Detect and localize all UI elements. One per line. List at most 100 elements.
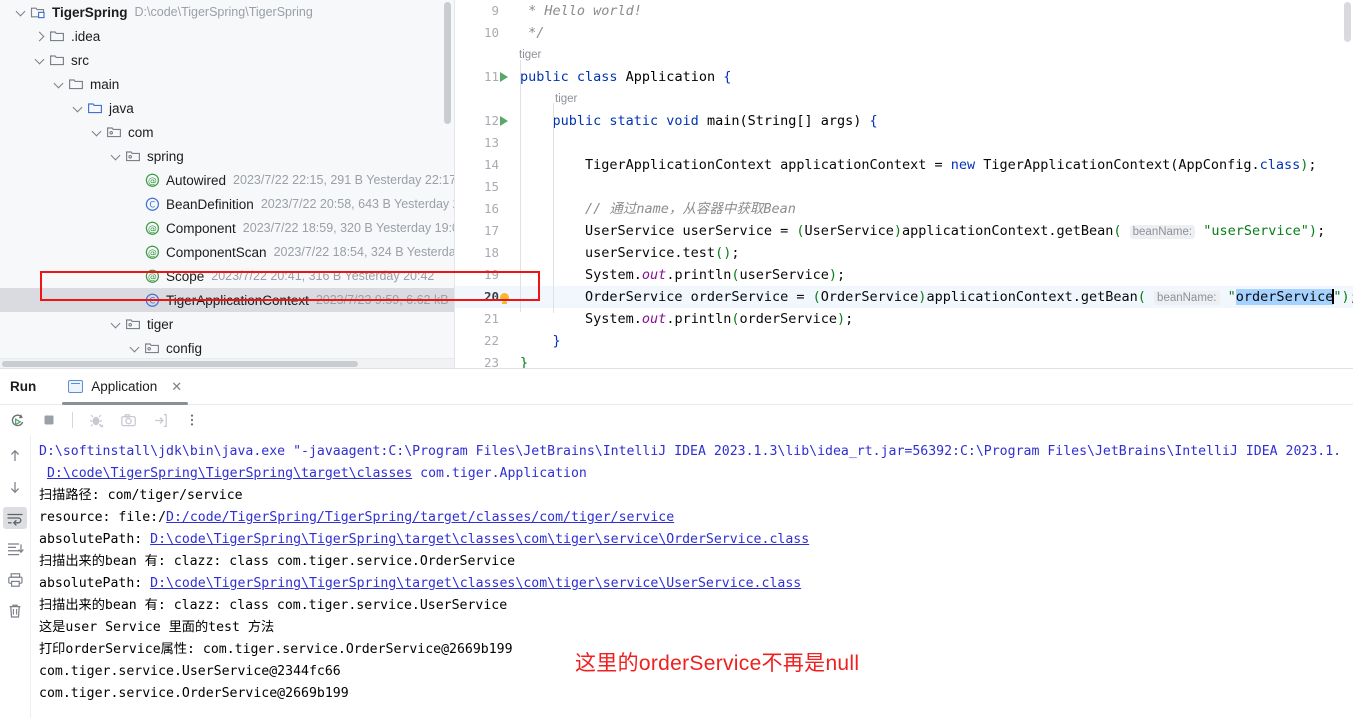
code-line[interactable]: 11 public class Application { <box>455 66 1353 88</box>
code-line[interactable]: 9 * Hello world! <box>455 0 1353 22</box>
code-line[interactable]: 23} <box>455 352 1353 368</box>
tree-item-metadata: 2023/7/22 22:15, 291 B Yesterday 22:17 <box>233 173 455 187</box>
console-link[interactable]: D:\code\TigerSpring\TigerSpring\target\c… <box>150 576 801 591</box>
chevron-right-icon[interactable] <box>33 29 47 43</box>
line-number: 13 <box>483 135 499 150</box>
inlay-hint-line: tiger <box>455 88 1353 110</box>
chevron-down-icon[interactable] <box>128 341 142 355</box>
console-link[interactable]: D:\code\TigerSpring\TigerSpring\target\c… <box>150 532 809 547</box>
close-icon[interactable]: ✕ <box>171 379 182 395</box>
code-token: } <box>520 355 529 368</box>
scroll-down-button[interactable] <box>3 476 27 498</box>
code-token: TigerApplicationContext(AppConfig. <box>983 157 1260 173</box>
run-gutter-icon[interactable] <box>493 110 515 132</box>
code-line[interactable]: 12 public static void main(String[] args… <box>455 110 1353 132</box>
code-line[interactable]: 16 // 通过name，从容器中获取Bean <box>455 198 1353 220</box>
code-token: ( <box>812 289 821 305</box>
code-token: UserService <box>804 223 894 239</box>
chevron-down-icon[interactable] <box>52 77 66 91</box>
soft-wrap-button[interactable] <box>3 507 27 529</box>
console-link[interactable]: D:\code\TigerSpring\TigerSpring\target\c… <box>47 466 412 481</box>
annotation-text: 这里的orderService不再是null <box>575 652 860 675</box>
tree-row--idea[interactable]: .idea <box>0 24 454 48</box>
code-token: // 通过name，从容器中获取Bean <box>520 201 796 217</box>
code-line[interactable]: 21 System.out.println(orderService); <box>455 308 1353 330</box>
chevron-down-icon[interactable] <box>71 101 85 115</box>
code-token: ( <box>1137 289 1146 305</box>
intention-bulb-icon[interactable] <box>493 286 515 308</box>
tree-row-componentscan[interactable]: @ ComponentScan 2023/7/22 18:54, 324 B Yes… <box>0 240 454 264</box>
tree-row-autowired[interactable]: @ Autowired 2023/7/22 22:15, 291 B Yesterd… <box>0 168 454 192</box>
scroll-to-end-button[interactable] <box>3 538 27 560</box>
tree-row-spring[interactable]: spring <box>0 144 454 168</box>
code-token: ; <box>1308 157 1317 173</box>
camera-button[interactable] <box>117 409 139 431</box>
line-number: 18 <box>483 245 499 260</box>
export-button[interactable] <box>149 409 171 431</box>
tree-row-beandefinition[interactable]: C BeanDefinition 2023/7/22 20:58, 643 B Ye… <box>0 192 454 216</box>
code-line[interactable]: 17 UserService userService = (UserServic… <box>455 220 1353 242</box>
code-line[interactable]: 13 <box>455 132 1353 154</box>
chevron-down-icon[interactable] <box>109 149 123 163</box>
inlay-hint-line: tiger <box>455 44 1353 66</box>
tree-row-scope[interactable]: @ Scope 2023/7/22 20:41, 316 B Yesterday 2… <box>0 264 454 288</box>
java-class-icon: C <box>145 197 160 211</box>
code-line[interactable]: 14 TigerApplicationContext applicationCo… <box>455 154 1353 176</box>
editor-vertical-scrollbar[interactable] <box>1344 2 1351 42</box>
console-line: 扫描路径: com/tiger/service <box>39 485 1353 507</box>
code-token: System. <box>520 311 642 327</box>
code-line[interactable]: 19 System.out.println(userService); <box>455 264 1353 286</box>
print-button[interactable] <box>3 569 27 591</box>
code-line[interactable]: 10 */ <box>455 22 1353 44</box>
code-line[interactable]: 20 OrderService orderService = (OrderSer… <box>455 286 1353 308</box>
tree-row-com[interactable]: com <box>0 120 454 144</box>
tree-row-tigerapplicationcontext[interactable]: C TigerApplicationContext 2023/7/23 9:59, … <box>0 288 454 312</box>
svg-text:@: @ <box>148 177 157 187</box>
clear-all-button[interactable] <box>3 600 27 622</box>
code-line[interactable]: 15 <box>455 176 1353 198</box>
annotation-type-icon: @ <box>145 221 160 235</box>
chevron-down-icon[interactable] <box>109 317 123 331</box>
scroll-up-button[interactable] <box>3 445 27 467</box>
tree-row-component[interactable]: @ Component 2023/7/22 18:59, 320 B Yesterd… <box>0 216 454 240</box>
tree-row-config[interactable]: config <box>0 336 454 360</box>
tree-item-label: Autowired <box>166 172 227 188</box>
console-text: 扫描出来的bean 有: clazz: class com.tiger.serv… <box>39 598 508 613</box>
tree-item-label: TigerSpring <box>52 4 128 20</box>
run-toolbar <box>0 405 1353 435</box>
console-text: 扫描路径: com/tiger/service <box>39 488 243 503</box>
code-editor[interactable]: 9 * Hello world! 10 */tiger 11 public class… <box>455 0 1353 368</box>
tree-row-main[interactable]: main <box>0 72 454 96</box>
more-button[interactable] <box>181 409 203 431</box>
tree-item-label: Component <box>166 220 236 236</box>
console-link[interactable]: D:/code/TigerSpring/TigerSpring/target/c… <box>166 510 674 525</box>
tab-application[interactable]: Application ✕ <box>62 369 189 405</box>
tree-row-src[interactable]: src <box>0 48 454 72</box>
code-line[interactable]: 22 } <box>455 330 1353 352</box>
chevron-down-icon[interactable] <box>33 53 47 67</box>
tree-row-tiger[interactable]: tiger <box>0 312 454 336</box>
debug-button[interactable] <box>85 409 107 431</box>
rerun-button[interactable] <box>6 409 28 431</box>
tree-item-metadata: 2023/7/22 18:54, 324 B Yesterday <box>273 245 455 259</box>
tree-row-java[interactable]: java <box>0 96 454 120</box>
stop-button[interactable] <box>38 409 60 431</box>
soft-wrap-icon <box>7 513 23 526</box>
project-tree-vertical-scrollbar[interactable] <box>444 2 451 124</box>
code-line[interactable]: 18 userService.test(); <box>455 242 1353 264</box>
chevron-down-icon[interactable] <box>14 5 28 19</box>
code-text: OrderService orderService = (OrderServic… <box>520 286 1353 309</box>
chevron-down-icon[interactable] <box>90 125 104 139</box>
project-tree-horizontal-scrollbar[interactable] <box>0 358 454 368</box>
project-tree-panel[interactable]: TigerSpring D:\code\TigerSpring\TigerSpri… <box>0 0 455 368</box>
console-text: absolutePath: <box>39 532 151 547</box>
tree-row-tigerspring[interactable]: TigerSpring D:\code\TigerSpring\TigerSpri… <box>0 0 454 24</box>
folder-icon <box>50 55 64 66</box>
console-text: com.tiger.service.UserService@2344fc66 <box>39 664 341 679</box>
run-gutter-icon[interactable] <box>493 66 515 88</box>
code-token: */ <box>520 25 545 41</box>
code-token: OrderService orderService = <box>520 289 813 305</box>
code-token: userService.test <box>520 245 716 261</box>
scrollbar-thumb[interactable] <box>2 361 358 367</box>
code-text: } <box>520 330 561 352</box>
